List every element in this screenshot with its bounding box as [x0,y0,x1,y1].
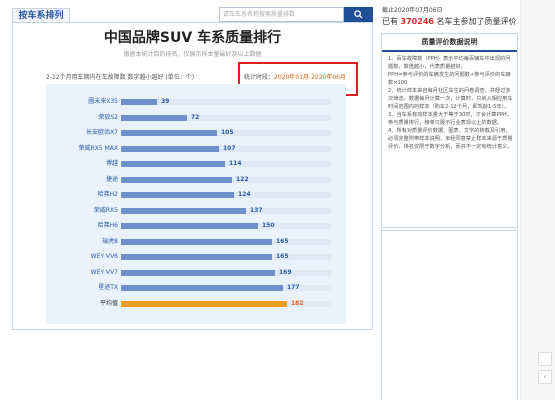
info-paragraph: 4、所有对质量评价数据、图表、文字的转载及引用，必须完整附带样本说明，未经同意禁… [388,128,513,150]
count-prefix: 已有 [382,17,398,26]
search-icon [354,10,363,19]
search-input[interactable]: 请车车系名称搜索质量排数 [219,7,344,22]
info-panel: 质量评价数据说明 1、百车故障数（PPH）表示平均每百辆车中出现的问题数，数值越… [381,33,518,228]
chart-bar [121,161,225,167]
info-paragraph: 3、当车系有效样本量大于等于30时，才会计算PPH，参与质量排行，榜单只展示行业… [388,112,512,126]
chart-row[interactable]: 瑞虎8 165 [46,237,346,247]
info-paragraph: 2、统计样本来自每月社区车主的问卷调查，并经过多次筛选，数据每月计算一次，计算时… [388,88,513,110]
chart-value-label: 165 [276,253,289,260]
unit-note: 2-12个月用车期内在车故障数 数字越小越好 (单位：个) [46,74,195,81]
chart-row[interactable]: 哈弗H6 150 [46,221,346,231]
chart-row-average[interactable]: 平均值 182 [46,299,346,309]
info-paragraph: 1、百车故障数（PPH）表示平均每百辆车中出现的问题数，数值越小，代表质量越好。 [388,56,511,70]
chart-value-label: 124 [238,191,251,198]
secondary-panel [381,230,518,400]
chart-bar [121,238,272,245]
count-value: 370246 [400,17,434,26]
chart-category-label[interactable]: WEY VV7 [46,268,118,278]
chart-bar [121,99,157,105]
chart-bar [121,145,219,152]
chart-value-label: 105 [221,129,234,136]
page-subtitle: 根据本统计目的排名，仅展示样本量最好及以上数据 [123,51,262,58]
chart-row[interactable]: 博越 114 [46,159,346,169]
chart-category-label[interactable]: 哈弗H6 [46,221,118,231]
chart-value-label: 114 [229,160,242,167]
chart-row[interactable]: 长安欧尚X7 105 [46,128,346,138]
chart-value-label: 150 [262,222,275,229]
chart-bar [121,114,187,121]
chart-category-label[interactable]: 荣威RX5 MAX [46,144,118,154]
tab-by-series[interactable]: 按车系排列 [12,8,70,23]
chart-category-label[interactable]: 星途TX [46,283,118,293]
chart-value-label: 169 [279,268,292,276]
feedback-icon[interactable] [538,352,552,366]
collapse-arrow-icon[interactable]: ‹ [538,370,552,384]
update-date: 截止2020年07月06日 [382,7,443,14]
participant-count: 已有 370246 名车主参加了质量评价 [382,16,517,27]
chart-value-label: 122 [236,175,249,183]
chart-value-label: 39 [161,98,170,105]
chart-bar [121,130,217,136]
chart-category-label[interactable]: 博越 [46,159,118,169]
chart-row[interactable]: 荣放S2 72 [46,113,346,123]
chart-row[interactable]: 圆未来X35 39 [46,97,346,107]
search-button[interactable] [344,7,373,22]
chart-row[interactable]: WEY VV7 169 [46,268,346,278]
chart-bar-average [121,300,287,307]
chart-bar [121,223,258,229]
chart-value-label: 165 [276,237,289,245]
chart-category-label[interactable]: 平均值 [46,299,118,309]
chart-row[interactable]: 哈弗H2 124 [46,190,346,200]
chart-category-label[interactable]: WEY VV6 [46,252,118,262]
chart-value-label: 72 [191,113,200,121]
chart-row[interactable]: 星途TX 177 [46,283,346,293]
chart-category-label[interactable]: 圆未来X35 [46,97,118,107]
chart-category-label[interactable]: 捷途 [46,175,118,185]
chart-category-label[interactable]: 长安欧尚X7 [46,128,118,138]
chart-bar [121,192,234,198]
chart-bar [121,269,275,276]
chart-row[interactable]: 荣威RX5 MAX 107 [46,144,346,154]
count-suffix: 名车主参加了质量评价 [436,17,517,26]
chart-bar [121,207,246,214]
chart-category-label[interactable]: 瑞虎8 [46,237,118,247]
info-title: 质量评价数据说明 [382,34,517,52]
ranking-chart: 圆未来X35 39 荣放S2 72 长安欧尚X7 105 荣威RX5 MAX 107 博越 114… [46,84,346,324]
chart-category-label[interactable]: 荣放S2 [46,113,118,123]
chart-value-label: 137 [250,206,263,214]
chart-value-label: 177 [287,284,300,291]
chart-bar [121,285,283,291]
info-body: 1、百车故障数（PPH）表示平均每百辆车中出现的问题数，数值越小，代表质量越好。… [388,56,514,152]
chart-value-label: 107 [223,144,236,152]
chart-category-label[interactable]: 荣威RX5 [46,206,118,216]
info-paragraph: PPH=参与评价的车辆发生的问题数÷参与评价的车辆数×100 [388,72,511,86]
chart-bar [121,254,272,260]
page-title: 中国品牌SUV 车系质量排行 [103,30,282,46]
chart-value-label: 182 [291,299,304,307]
chart-bar [121,176,232,183]
chart-row[interactable]: 荣威RX5 137 [46,206,346,216]
page-scrollbar[interactable] [520,0,555,400]
chart-row[interactable]: 捷途 122 [46,175,346,185]
chart-row[interactable]: WEY VV6 165 [46,252,346,262]
chart-category-label[interactable]: 哈弗H2 [46,190,118,200]
